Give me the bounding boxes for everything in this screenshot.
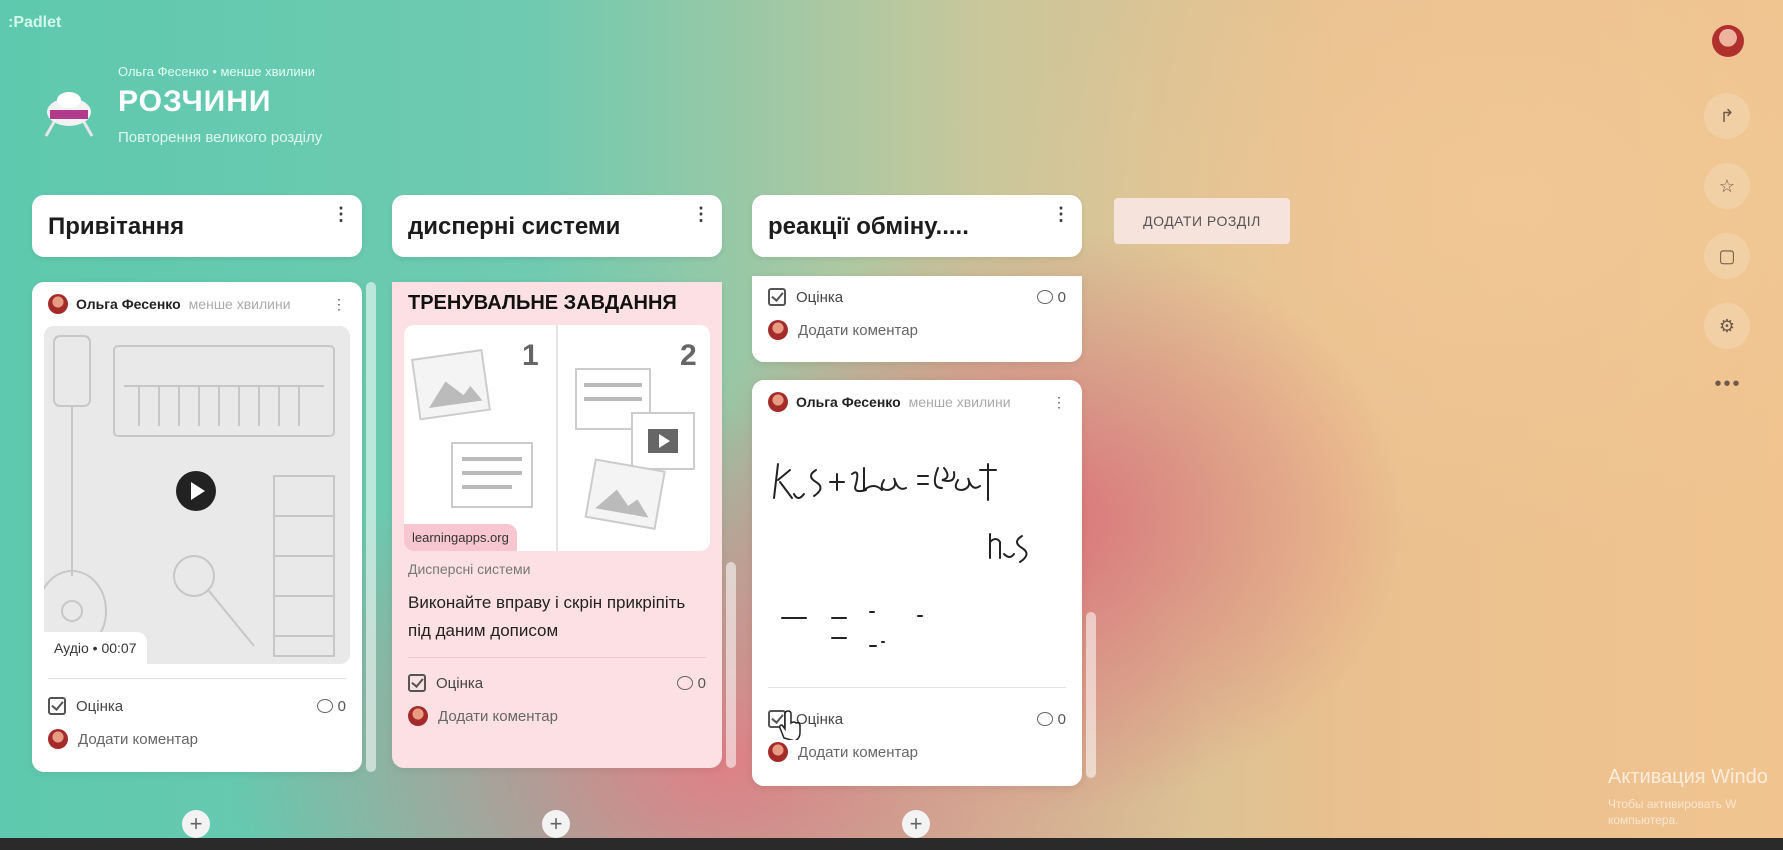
hand-cursor-icon xyxy=(779,710,801,740)
post-card-audio[interactable]: Ольга Фесенко менше хвилини ⋮ Аудіо • 00… xyxy=(32,282,362,772)
share-icon[interactable]: ↱ xyxy=(1704,93,1750,139)
add-post-button[interactable]: + xyxy=(902,810,930,838)
board-subtitle: Повторення великого розділу xyxy=(118,129,323,146)
link-title: Дисперсні системи xyxy=(408,561,531,577)
exercise-illustration-icon xyxy=(411,349,695,530)
windows-activation-subtitle: Чтобы активировать W компьютера. xyxy=(1608,797,1737,827)
more-icon[interactable]: ••• xyxy=(1704,373,1752,396)
avatar xyxy=(408,706,428,726)
post-card-previous[interactable]: Оцінка 0 Додати коментар xyxy=(752,276,1082,362)
add-comment-row[interactable]: Додати коментар xyxy=(752,736,1082,768)
link-domain-label[interactable]: learningapps.org xyxy=(404,524,517,551)
comment-count: 0 xyxy=(337,697,346,715)
avatar xyxy=(768,392,788,412)
add-comment-row[interactable]: Додати коментар xyxy=(32,723,362,755)
post-card-drawing[interactable]: Ольга Фесенко менше хвилини ⋮ Оцінка 0 Д… xyxy=(752,380,1082,786)
comment-count: 0 xyxy=(697,674,706,692)
add-post-button[interactable]: + xyxy=(182,810,210,838)
add-comment-row[interactable]: Додати коментар xyxy=(392,700,722,732)
windows-activation-title: Активация Windo xyxy=(1608,766,1768,788)
author-name: Ольга Фесенко xyxy=(796,394,901,410)
right-toolbar: ↱ ☆ ▢ ⚙ ••• xyxy=(1704,25,1752,396)
comments-counter[interactable]: 0 xyxy=(1036,288,1066,306)
column-scrollbar[interactable] xyxy=(726,562,736,768)
section-title: Привітання xyxy=(48,213,185,240)
avatar xyxy=(48,729,68,749)
rating-row[interactable]: Оцінка 0 xyxy=(32,689,362,723)
rating-label: Оцінка xyxy=(796,710,844,728)
audio-duration-label: Аудіо • 00:07 xyxy=(44,632,147,664)
post-menu-icon[interactable]: ⋮ xyxy=(1052,394,1066,411)
comments-counter[interactable]: 0 xyxy=(1036,710,1066,728)
handwritten-drawing xyxy=(773,463,1028,647)
rating-checkbox-icon[interactable] xyxy=(768,288,786,306)
divider xyxy=(48,678,346,679)
board-title: РОЗЧИНИ xyxy=(118,85,272,118)
post-time: менше хвилини xyxy=(188,296,291,312)
rating-label: Оцінка xyxy=(76,697,124,715)
gear-icon[interactable]: ⚙ xyxy=(1704,303,1750,349)
comment-count: 0 xyxy=(1057,710,1066,728)
play-icon[interactable] xyxy=(176,471,216,511)
add-comment-label: Додати коментар xyxy=(798,743,918,761)
divider xyxy=(408,657,706,658)
audio-thumbnail[interactable]: Аудіо • 00:07 xyxy=(44,326,350,664)
add-comment-label: Додати коментар xyxy=(438,707,558,725)
comment-bubble-icon xyxy=(316,699,333,713)
star-icon[interactable]: ☆ xyxy=(1704,163,1750,209)
board-meta: Ольга Фесенко • менше хвилини xyxy=(118,64,316,79)
section-menu-icon[interactable]: ⋮ xyxy=(692,205,710,223)
column-scrollbar[interactable] xyxy=(1086,612,1096,778)
post-title: ТРЕНУВАЛЬНЕ ЗАВДАННЯ xyxy=(408,292,677,314)
avatar xyxy=(48,294,68,314)
post-author-row: Ольга Фесенко менше хвилини ⋮ xyxy=(752,380,1082,424)
comments-counter[interactable]: 0 xyxy=(676,674,706,692)
link-preview-image[interactable]: 1 2 learningapps.org xyxy=(404,325,710,551)
divider xyxy=(768,687,1066,688)
post-menu-icon[interactable]: ⋮ xyxy=(332,296,346,313)
rating-checkbox-icon[interactable] xyxy=(408,674,426,692)
add-comment-row[interactable]: Додати коментар xyxy=(752,314,1082,346)
add-post-button[interactable]: + xyxy=(542,810,570,838)
board-header: Ольга Фесенко • менше хвилини РОЗЧИНИ По… xyxy=(38,58,322,146)
rating-label: Оцінка xyxy=(796,288,844,306)
taskbar xyxy=(0,838,1783,850)
section-header-dispersni[interactable]: дисперні системи ⋮ xyxy=(392,195,722,257)
column-scrollbar[interactable] xyxy=(366,282,376,772)
add-comment-label: Додати коментар xyxy=(798,321,918,339)
add-comment-label: Додати коментар xyxy=(78,730,198,748)
section-header-reaktsii[interactable]: реакції обміну..... ⋮ xyxy=(752,195,1082,257)
padlet-logo[interactable]: :Padlet xyxy=(8,14,61,32)
rating-label: Оцінка xyxy=(436,674,484,692)
user-avatar[interactable] xyxy=(1712,25,1744,57)
board-info: Ольга Фесенко • менше хвилини РОЗЧИНИ По… xyxy=(118,58,322,146)
comment-bubble-icon xyxy=(1036,712,1053,726)
add-section-button[interactable]: ДОДАТИ РОЗДІЛ xyxy=(1114,198,1290,244)
post-body: Виконайте вправу і скрін прикріпіть під … xyxy=(408,593,686,640)
flask-icon xyxy=(44,92,94,137)
post-author-row: Ольга Фесенко менше хвилини ⋮ xyxy=(32,282,362,326)
avatar xyxy=(768,742,788,762)
post-time: менше хвилини xyxy=(908,394,1011,410)
section-title: дисперні системи xyxy=(408,213,621,240)
section-menu-icon[interactable]: ⋮ xyxy=(332,205,350,223)
post-card-task[interactable]: ТРЕНУВАЛЬНЕ ЗАВДАННЯ 1 2 learningapps.or… xyxy=(392,282,722,768)
avatar xyxy=(768,320,788,340)
section-header-pryvitannia[interactable]: Привітання ⋮ xyxy=(32,195,362,257)
rating-row[interactable]: Оцінка 0 xyxy=(392,666,722,700)
section-menu-icon[interactable]: ⋮ xyxy=(1052,205,1070,223)
rating-checkbox-icon[interactable] xyxy=(48,697,66,715)
comment-bubble-icon xyxy=(676,676,693,690)
author-name: Ольга Фесенко xyxy=(76,296,181,312)
comments-counter[interactable]: 0 xyxy=(316,697,346,715)
section-title: реакції обміну..... xyxy=(768,213,969,240)
rating-row[interactable]: Оцінка 0 xyxy=(752,280,1082,314)
remix-icon[interactable]: ▢ xyxy=(1704,233,1750,279)
comment-count: 0 xyxy=(1057,288,1066,306)
comment-bubble-icon xyxy=(1036,290,1053,304)
